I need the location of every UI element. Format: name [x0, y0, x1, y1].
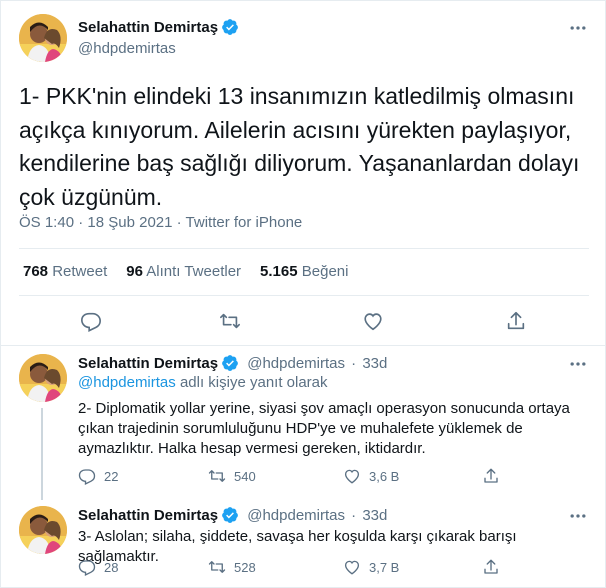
avatar-photo-icon	[19, 354, 67, 402]
retweet-action[interactable]: 528	[208, 558, 256, 576]
thread-line	[41, 408, 43, 500]
meta-separator: ·	[78, 214, 84, 231]
retweet-icon[interactable]	[219, 310, 241, 332]
reply-to-mention[interactable]: @hdpdemirtas	[78, 374, 176, 391]
handle[interactable]: @hdpdemirtas	[78, 40, 239, 57]
display-name[interactable]: Selahattin Demirtaş	[78, 18, 239, 36]
retweet-action[interactable]: 540	[208, 467, 256, 485]
divider	[19, 248, 589, 249]
like-stat[interactable]: 5.165 Beğeni	[260, 263, 348, 280]
tweet-text: 1- PKK'nin elindeki 13 insanımızın katle…	[19, 83, 580, 210]
divider	[0, 345, 606, 346]
display-name[interactable]: Selahattin Demirtaş	[78, 354, 239, 372]
verified-badge-icon	[222, 355, 238, 371]
like-count: 3,6 B	[369, 468, 400, 484]
retweet-icon	[208, 470, 226, 482]
tweet-stats: 768 Retweet 96 Alıntı Tweetler 5.165 Beğ…	[23, 263, 348, 280]
like-label: Beğeni	[301, 263, 349, 280]
share-icon	[484, 559, 498, 574]
retweet-count: 540	[234, 468, 256, 484]
avatar[interactable]	[19, 14, 67, 62]
divider	[19, 295, 589, 296]
like-count: 5.165	[260, 263, 298, 280]
share-icon[interactable]	[505, 310, 527, 332]
quote-label: Alıntı Tweetler	[146, 263, 242, 280]
reply-actions: 28 528 3,7 B	[78, 558, 518, 578]
avatar[interactable]	[19, 506, 67, 554]
like-count: 3,7 B	[369, 559, 400, 575]
reply-header: Selahattin Demirtaş @hdpdemirtas · 33d	[78, 506, 589, 528]
tweet-age[interactable]: 33d	[362, 507, 387, 524]
retweet-count: 528	[234, 559, 256, 575]
share-action[interactable]	[482, 467, 500, 485]
tweet-time[interactable]: ÖS 1:40	[19, 214, 74, 231]
display-name-text[interactable]: Selahattin Demirtaş	[78, 507, 218, 524]
header-separator: ·	[351, 506, 357, 524]
reply-icon	[78, 560, 96, 576]
reply-to-text: adlı kişiye yanıt olarak	[175, 374, 328, 391]
reply-actions: 22 540 3,6 B	[78, 467, 518, 487]
quote-count: 96	[126, 263, 143, 280]
reply-count: 22	[104, 468, 119, 484]
reply-tweet[interactable]: Selahattin Demirtaş @hdpdemirtas · 33d 3…	[19, 506, 589, 584]
quote-stat[interactable]: 96 Alıntı Tweetler	[126, 263, 241, 280]
reply-to-notice: @hdpdemirtas adlı kişiye yanıt olarak	[78, 374, 328, 391]
tweet-age[interactable]: 33d	[362, 355, 387, 372]
reply-header: Selahattin Demirtaş @hdpdemirtas · 33d	[78, 354, 589, 376]
reply-action[interactable]: 22	[78, 467, 118, 485]
retweet-count: 768	[23, 263, 49, 280]
more-icon[interactable]	[567, 18, 589, 38]
meta-separator: ·	[176, 214, 182, 231]
reply-tweet[interactable]: Selahattin Demirtaş @hdpdemirtas · 33d @…	[19, 354, 589, 500]
heart-icon[interactable]	[362, 310, 384, 332]
reply-action[interactable]: 28	[78, 558, 118, 576]
retweet-icon	[208, 561, 226, 573]
handle[interactable]: @hdpdemirtas	[247, 507, 345, 524]
avatar[interactable]	[19, 354, 67, 402]
handle[interactable]: @hdpdemirtas	[247, 355, 345, 372]
reply-count: 28	[104, 559, 119, 575]
tweet-meta: ÖS 1:40 · 18 Şub 2021 · Twitter for iPho…	[19, 214, 302, 231]
tweet-date[interactable]: 18 Şub 2021	[87, 214, 172, 231]
reply-text: 2- Diplomatik yollar yerine, siyasi şov …	[78, 400, 570, 457]
retweet-stat[interactable]: 768 Retweet	[23, 263, 107, 280]
heart-icon	[344, 469, 360, 484]
like-action[interactable]: 3,6 B	[343, 467, 399, 485]
like-action[interactable]: 3,7 B	[343, 558, 399, 576]
display-name[interactable]: Selahattin Demirtaş	[78, 506, 239, 524]
tweet-source[interactable]: Twitter for iPhone	[186, 214, 303, 231]
display-name-text[interactable]: Selahattin Demirtaş	[78, 355, 218, 372]
retweet-label: Retweet	[52, 263, 108, 280]
share-icon	[484, 468, 498, 483]
more-icon[interactable]	[567, 506, 589, 526]
verified-badge-icon	[222, 507, 238, 523]
verified-badge-icon	[222, 19, 238, 35]
avatar-photo-icon	[19, 506, 67, 554]
heart-icon	[344, 560, 360, 575]
display-name-text[interactable]: Selahattin Demirtaş	[78, 19, 218, 36]
reply-icon	[78, 469, 96, 485]
tweet-actions	[19, 300, 589, 344]
share-action[interactable]	[482, 558, 500, 576]
more-icon[interactable]	[567, 354, 589, 374]
main-tweet-header: Selahattin Demirtaş @hdpdemirtas	[19, 12, 589, 62]
reply-icon[interactable]	[80, 310, 102, 332]
header-separator: ·	[351, 354, 357, 372]
avatar-photo-icon	[19, 14, 67, 62]
